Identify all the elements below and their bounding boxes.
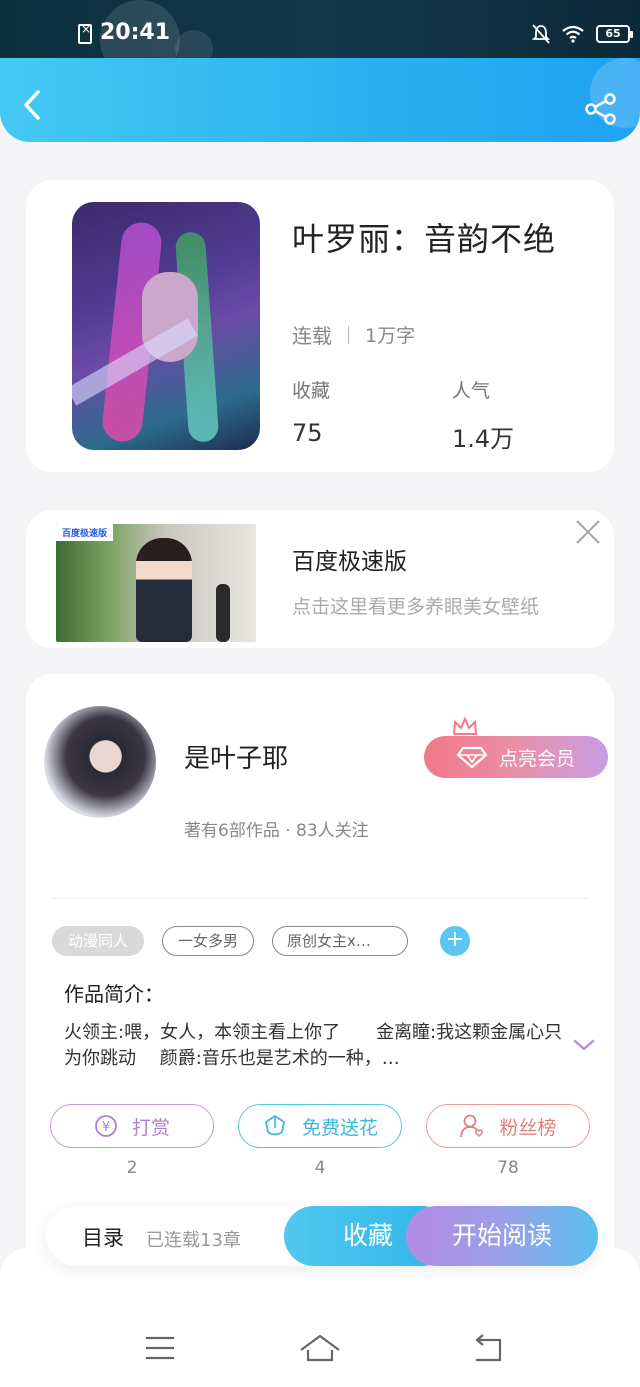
crown-icon: [453, 716, 478, 735]
battery-icon: 65: [596, 25, 633, 43]
fans-count: 78: [497, 1158, 519, 1178]
fans-ranking-button[interactable]: 粉丝榜: [426, 1104, 590, 1148]
book-word-count: 1万字: [365, 325, 416, 347]
fans-label: 粉丝榜: [499, 1116, 557, 1139]
ad-image-post: [216, 584, 230, 642]
bell-off-icon: [532, 24, 550, 44]
add-tag-icon[interactable]: +: [440, 926, 470, 956]
bottom-action-bar: 目录 已连载13章 收藏 开始阅读: [46, 1206, 598, 1266]
coin-icon: ¥: [95, 1115, 117, 1137]
home-icon[interactable]: [298, 1330, 342, 1366]
stat-favorites: 收藏 75: [292, 376, 330, 447]
reward-label: 打赏: [131, 1116, 170, 1139]
fans-icon: [460, 1114, 484, 1138]
intro-text: 火领主:喂，女人，本领主看上你了 金离瞳:我这颗金属心只为你跳动 颜爵:音乐也是…: [64, 1022, 563, 1069]
stat-popularity-value: 1.4万: [452, 425, 515, 453]
send-flower-button[interactable]: 免费送花: [238, 1104, 402, 1148]
divider: [52, 898, 588, 899]
avatar[interactable]: [44, 706, 156, 818]
status-time: 20:41: [100, 20, 171, 45]
book-title: 叶罗丽：音韵不绝: [292, 220, 557, 258]
fans-action: 粉丝榜 78: [426, 1104, 590, 1178]
tag-item[interactable]: 一女多男: [162, 926, 254, 956]
back-icon[interactable]: [466, 1330, 510, 1366]
stat-popularity: 人气 1.4万: [452, 376, 514, 454]
activate-vip-button[interactable]: 点亮会员: [424, 736, 608, 778]
top-header: [0, 58, 640, 142]
flower-action: 免费送花 4: [238, 1104, 402, 1178]
start-reading-button[interactable]: 开始阅读: [406, 1206, 598, 1266]
diamond-icon: [456, 746, 487, 768]
stat-favorites-value: 75: [292, 419, 323, 447]
flower-count: 4: [314, 1158, 326, 1178]
toc-button[interactable]: 目录: [82, 1222, 124, 1252]
ad-image[interactable]: 百度极速版: [56, 524, 256, 642]
reward-count: 2: [126, 1158, 138, 1178]
reward-action: ¥ 打赏 2: [50, 1104, 214, 1178]
tag-list: 动漫同人 一女多男 原创女主x… +: [52, 926, 470, 956]
share-icon[interactable]: [584, 92, 618, 126]
intro-label: 作品简介：: [64, 982, 164, 1006]
vip-button-label: 点亮会员: [498, 747, 575, 770]
wifi-icon: [562, 25, 584, 43]
author-name[interactable]: 是叶子耶: [184, 738, 288, 775]
tag-item[interactable]: 原创女主x…: [272, 926, 408, 956]
sim-off-icon: [78, 22, 92, 44]
chapter-count: 已连载13章: [146, 1230, 241, 1251]
menu-icon[interactable]: [138, 1330, 182, 1366]
action-row: ¥ 打赏 2 免费送花 4 粉丝榜 78: [50, 1104, 590, 1178]
chevron-left-icon[interactable]: [18, 88, 48, 122]
book-status: 连载: [292, 324, 332, 348]
ad-banner[interactable]: 百度极速版 百度极速版 点击这里看更多养眼美女壁纸: [26, 510, 614, 648]
chevron-down-icon[interactable]: [572, 1036, 596, 1054]
ad-logo: 百度极速版: [56, 524, 114, 541]
ad-title: 百度极速版: [292, 549, 407, 575]
status-bar: 20:41 65: [0, 0, 640, 80]
meta-divider: [348, 325, 349, 344]
reward-button[interactable]: ¥ 打赏: [50, 1104, 214, 1148]
book-cover[interactable]: [72, 202, 260, 450]
stat-favorites-label: 收藏: [292, 380, 331, 402]
svg-text:¥: ¥: [102, 1120, 110, 1135]
status-icons: 65: [532, 24, 633, 44]
stat-popularity-label: 人气: [452, 380, 491, 402]
author-stats: 著有6部作品 · 83人关注: [184, 821, 369, 841]
ad-image-figure: [136, 538, 192, 642]
book-meta: 连载 1万字: [292, 320, 415, 349]
ad-subtitle: 点击这里看更多养眼美女壁纸: [292, 596, 540, 618]
flower-label: 免费送花: [301, 1116, 378, 1139]
book-info-card: 叶罗丽：音韵不绝 连载 1万字 收藏 75 人气 1.4万: [26, 180, 614, 472]
tag-item[interactable]: 动漫同人: [52, 926, 144, 956]
flower-icon: [265, 1115, 285, 1136]
system-nav-bar: [0, 1330, 640, 1370]
close-icon[interactable]: [574, 518, 602, 546]
